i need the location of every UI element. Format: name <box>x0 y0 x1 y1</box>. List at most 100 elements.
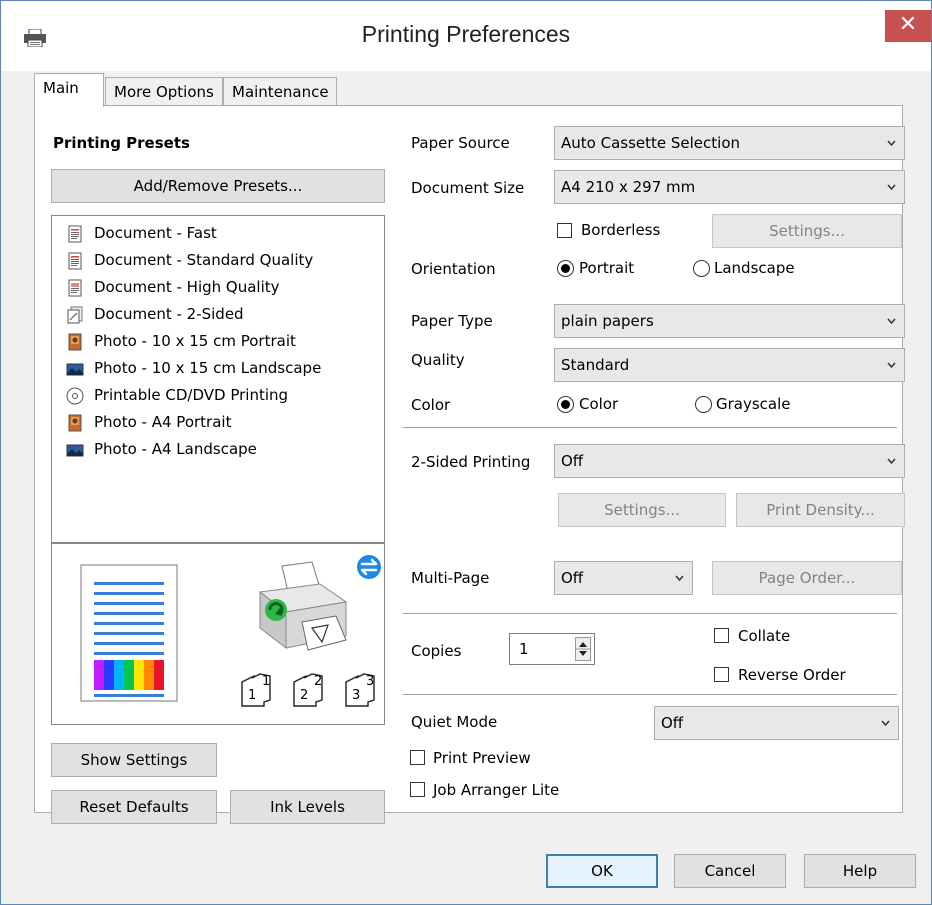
chevron-down-icon <box>887 140 896 147</box>
collate-checkbox[interactable] <box>714 628 729 643</box>
copies-stepper[interactable] <box>575 637 591 661</box>
preset-item[interactable]: Printable CD/DVD Printing <box>66 383 288 407</box>
copy-order-item: 1 1 <box>232 672 276 712</box>
stepper-arrows-icon <box>576 642 590 656</box>
reverse-order-checkbox[interactable] <box>714 667 729 682</box>
color-option-label: Color <box>579 395 619 413</box>
close-button[interactable]: ✕ <box>885 10 931 42</box>
presets-list[interactable]: Document - Fast Document - Standard Qual… <box>51 215 385 543</box>
color-label: Color <box>411 396 451 414</box>
help-button[interactable]: Help <box>804 854 916 888</box>
grayscale-label: Grayscale <box>716 395 791 413</box>
two-sided-settings-button[interactable]: Settings... <box>558 493 726 527</box>
two-sided-printing-label: 2-Sided Printing <box>411 453 531 471</box>
paper-type-value: plain papers <box>561 312 654 330</box>
copy-number: 2 <box>314 674 323 689</box>
document-duplex-icon <box>67 306 83 323</box>
disc-icon <box>66 387 84 404</box>
color-radio[interactable] <box>557 396 574 413</box>
collate-label: Collate <box>738 627 791 645</box>
printer-illustration-icon <box>258 561 348 651</box>
ok-button[interactable]: OK <box>546 854 658 888</box>
preset-item[interactable]: Document - High Quality <box>66 275 280 299</box>
quality-value: Standard <box>561 356 630 374</box>
preset-item[interactable]: Photo - 10 x 15 cm Landscape <box>66 356 321 380</box>
paper-type-label: Paper Type <box>411 312 493 330</box>
preset-item[interactable]: Document - 2-Sided <box>66 302 244 326</box>
multi-page-select[interactable]: Off <box>554 561 693 595</box>
page-preview-icon <box>80 564 178 702</box>
document-icon <box>68 225 82 242</box>
two-sided-printing-value: Off <box>561 452 584 470</box>
copy-order-icons: 1 1 2 2 3 3 <box>232 672 382 712</box>
printing-preferences-window: Printing Preferences ✕ Main More Options… <box>0 0 932 905</box>
photo-portrait-icon <box>68 333 82 350</box>
multi-page-label: Multi-Page <box>411 569 490 587</box>
tab-main[interactable]: Main <box>34 73 104 107</box>
page-order-button[interactable]: Page Order... <box>712 561 902 595</box>
print-preview-checkbox[interactable] <box>410 750 425 765</box>
borderless-checkbox[interactable] <box>557 223 572 238</box>
paper-type-select[interactable]: plain papers <box>554 304 905 338</box>
preset-item[interactable]: Document - Fast <box>66 221 217 245</box>
chevron-down-icon <box>887 362 896 369</box>
preset-item[interactable]: Document - Standard Quality <box>66 248 313 272</box>
print-preview-label: Print Preview <box>433 749 531 767</box>
photo-landscape-icon <box>66 444 84 456</box>
paper-source-select[interactable]: Auto Cassette Selection <box>554 126 905 160</box>
paper-source-label: Paper Source <box>411 134 510 152</box>
preset-label: Photo - A4 Portrait <box>94 413 232 431</box>
document-color-icon <box>68 279 82 296</box>
ink-levels-button[interactable]: Ink Levels <box>230 790 385 824</box>
divider <box>403 694 897 695</box>
printing-presets-heading: Printing Presets <box>53 134 190 152</box>
portrait-radio[interactable] <box>557 260 574 277</box>
window-title: Printing Preferences <box>361 21 571 47</box>
borderless-settings-button[interactable]: Settings... <box>712 214 902 248</box>
tab-maintenance[interactable]: Maintenance <box>223 77 337 105</box>
paper-source-value: Auto Cassette Selection <box>561 134 741 152</box>
show-settings-button[interactable]: Show Settings <box>51 743 217 777</box>
preset-label: Photo - 10 x 15 cm Landscape <box>94 359 322 377</box>
chevron-down-icon <box>887 458 896 465</box>
chevron-down-icon <box>675 575 684 582</box>
borderless-label: Borderless <box>581 221 661 239</box>
two-sided-printing-select[interactable]: Off <box>554 444 905 478</box>
document-size-select[interactable]: A4 210 x 297 mm <box>554 170 905 204</box>
preset-item[interactable]: Photo - A4 Portrait <box>66 410 231 434</box>
copy-number: 3 <box>352 688 361 703</box>
chevron-down-icon <box>887 318 896 325</box>
quiet-mode-select[interactable]: Off <box>654 706 899 740</box>
document-size-value: A4 210 x 297 mm <box>561 178 696 196</box>
preset-label: Document - 2-Sided <box>94 305 244 323</box>
landscape-radio[interactable] <box>693 260 710 277</box>
multi-page-value: Off <box>561 569 584 587</box>
divider <box>403 613 897 614</box>
reset-defaults-button[interactable]: Reset Defaults <box>51 790 217 824</box>
copies-spinner[interactable]: 1 <box>509 633 595 665</box>
add-remove-presets-button[interactable]: Add/Remove Presets... <box>51 169 385 203</box>
chevron-down-icon <box>881 720 890 727</box>
preset-item[interactable]: Photo - 10 x 15 cm Portrait <box>66 329 296 353</box>
preset-item[interactable]: Photo - A4 Landscape <box>66 437 257 461</box>
cancel-button[interactable]: Cancel <box>674 854 786 888</box>
copy-order-item: 2 2 <box>284 672 328 712</box>
print-density-button[interactable]: Print Density... <box>736 493 905 527</box>
job-arranger-lite-label: Job Arranger Lite <box>433 781 560 799</box>
photo-portrait-icon <box>68 414 82 431</box>
close-icon: ✕ <box>898 12 918 37</box>
quiet-mode-label: Quiet Mode <box>411 713 498 731</box>
grayscale-radio[interactable] <box>695 396 712 413</box>
tab-more-options[interactable]: More Options <box>105 77 223 105</box>
tab-more-options-label: More Options <box>114 83 214 101</box>
preset-label: Document - Standard Quality <box>94 251 314 269</box>
divider <box>403 427 897 428</box>
sync-icon <box>357 555 381 579</box>
orientation-label: Orientation <box>411 260 496 278</box>
chevron-down-icon <box>887 184 896 191</box>
quality-select[interactable]: Standard <box>554 348 905 382</box>
tab-main-label: Main <box>43 79 79 97</box>
preset-label: Photo - 10 x 15 cm Portrait <box>94 332 296 350</box>
copy-number: 2 <box>300 688 309 703</box>
job-arranger-lite-checkbox[interactable] <box>410 782 425 797</box>
